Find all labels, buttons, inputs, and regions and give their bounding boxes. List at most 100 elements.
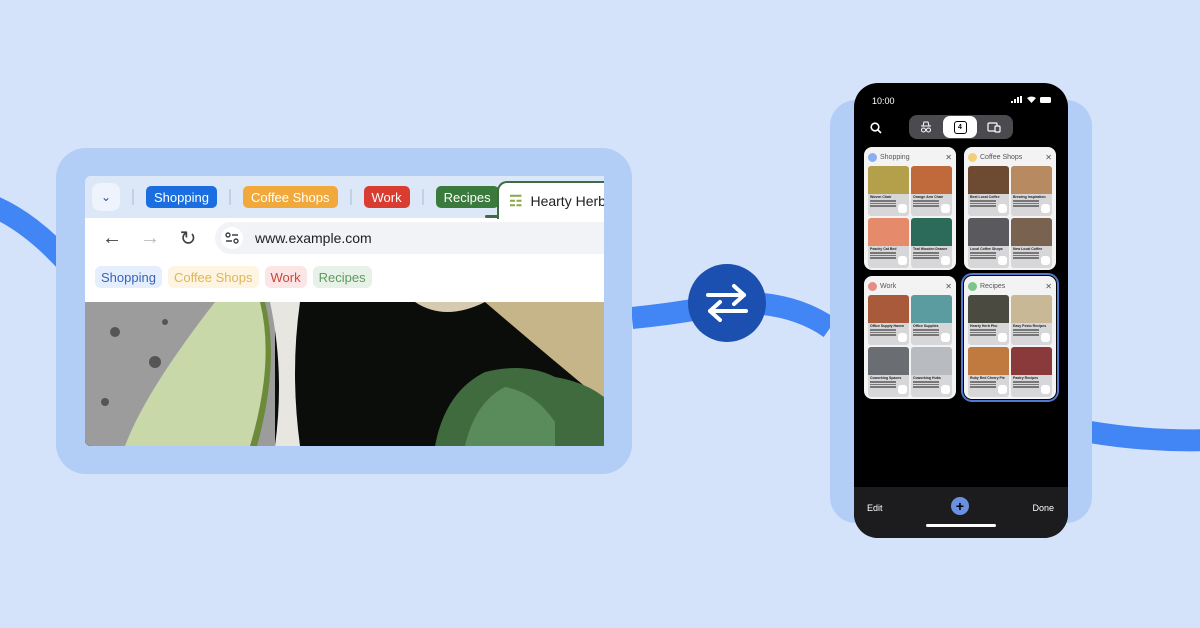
tab-group-work[interactable]: Work: [363, 186, 410, 208]
tab-thumbnail: [868, 218, 909, 246]
group-title: Recipes: [980, 282, 1006, 290]
reload-button[interactable]: ↻: [173, 223, 203, 253]
new-tab-button[interactable]: +: [951, 497, 969, 515]
status-icons: [1011, 96, 1052, 103]
tab-title: Hearty Herb Pho: [970, 324, 998, 328]
status-time: 10:00: [872, 96, 895, 106]
site-settings-icon[interactable]: [221, 227, 243, 249]
open-tabs-tab[interactable]: 4: [943, 116, 977, 138]
done-button[interactable]: Done: [1032, 503, 1054, 513]
group-title: Coffee Shops: [980, 153, 1023, 161]
tab-title: Ruby Red Cherry Pie: [970, 376, 1005, 380]
wifi-icon: [1027, 96, 1036, 103]
tab-tile[interactable]: Best Local Coffee: [968, 166, 1009, 216]
tab-group-card-coffee-shops[interactable]: Coffee Shops ✕ Best Local Coffee Brewing …: [964, 147, 1056, 270]
close-icon[interactable]: ✕: [1045, 282, 1052, 291]
tab-title: Coworking Hubs: [913, 376, 941, 380]
tab-tile[interactable]: New Local Coffee: [1011, 218, 1052, 268]
favicon-icon: [941, 385, 950, 394]
tab-tile[interactable]: Coworking Spaces: [868, 347, 909, 397]
search-icon[interactable]: [870, 121, 882, 139]
tab-group-card-recipes[interactable]: Recipes ✕ Hearty Herb Pho Easy Pesto Reci…: [961, 273, 1059, 402]
tab-group-card-shopping[interactable]: Shopping ✕ Woven Chair Orange Arm Chair P…: [864, 147, 956, 270]
address-bar[interactable]: www.example.com: [215, 222, 604, 254]
close-icon[interactable]: ✕: [1045, 153, 1052, 162]
tab-tile[interactable]: Teal Wooden Drawer: [911, 218, 952, 268]
bookmark-shopping[interactable]: Shopping: [95, 266, 162, 288]
tab-thumbnail: [911, 347, 952, 375]
tab-thumbnail: [968, 218, 1009, 246]
chevron-down-icon: ⌄: [100, 190, 112, 204]
tab-tile[interactable]: Peachy Cat Bed: [868, 218, 909, 268]
tab-title: Office Supplies: [913, 324, 939, 328]
battery-icon: [1040, 96, 1051, 103]
group-color-dot: [868, 281, 877, 291]
tab-title: Local Coffee Shops: [970, 247, 1003, 251]
tab-thumbnail: [868, 347, 909, 375]
favicon-icon: [998, 204, 1007, 213]
phone-tab-switcher: 10:00 4 Shopping ✕ Woven Chair Orange Arm…: [854, 83, 1068, 538]
tab-tile[interactable]: Brewing Inspiration: [1011, 166, 1052, 216]
url-text: www.example.com: [255, 230, 372, 246]
tab-thumbnail: [911, 295, 952, 323]
tab-tile[interactable]: Orange Arm Chair: [911, 166, 952, 216]
tab-title: Best Local Coffee: [970, 195, 1000, 199]
tab-tile[interactable]: Hearty Herb Pho: [968, 295, 1009, 345]
tab-title: New Local Coffee: [1013, 247, 1043, 251]
signal-icon: [1011, 96, 1022, 103]
tab-title: Peachy Cat Bed: [870, 247, 897, 251]
tab-thumbnail: [868, 295, 909, 323]
tab-tile[interactable]: Coworking Hubs: [911, 347, 952, 397]
tab-thumbnail: [968, 295, 1009, 323]
favicon-icon: [998, 385, 1007, 394]
tab-thumbnail: [868, 166, 909, 194]
bookmarks-bar: Shopping Coffee Shops Work Recipes: [85, 258, 604, 296]
incognito-tabs-tab[interactable]: [909, 116, 943, 138]
tab-thumbnail: [968, 347, 1009, 375]
active-tab[interactable]: ☶ Hearty Herb: [497, 181, 604, 219]
other-devices-tab[interactable]: [977, 116, 1011, 138]
tab-group-card-work[interactable]: Work ✕ Office Supply Haven Office Supplie…: [864, 276, 956, 399]
group-color-dot: [868, 152, 877, 162]
tab-tile[interactable]: Ruby Red Cherry Pie: [968, 347, 1009, 397]
tab-tile[interactable]: Office Supply Haven: [868, 295, 909, 345]
tab-group-recipes[interactable]: Recipes: [435, 186, 499, 208]
bookmark-recipes[interactable]: Recipes: [312, 266, 372, 288]
favicon-icon: [998, 256, 1007, 265]
favicon-icon: [1041, 385, 1050, 394]
bookmark-coffee-shops[interactable]: Coffee Shops: [167, 266, 259, 288]
tab-thumbnail: [911, 218, 952, 246]
close-icon[interactable]: ✕: [945, 153, 952, 162]
forward-button[interactable]: →: [135, 223, 165, 253]
bookmark-work[interactable]: Work: [264, 266, 307, 288]
tab-group-coffee-shops[interactable]: Coffee Shops: [242, 186, 338, 208]
tab-title: Pastry Recipes: [1013, 376, 1039, 380]
favicon-icon: [898, 204, 907, 213]
favicon-icon: [998, 333, 1007, 342]
bottom-toolbar: Edit + Done: [854, 487, 1068, 538]
tab-tile[interactable]: Local Coffee Shops: [968, 218, 1009, 268]
group-color-dot: [968, 281, 977, 291]
back-button[interactable]: ←: [97, 223, 127, 253]
tab-thumbnail: [911, 166, 952, 194]
tab-tile[interactable]: Office Supplies: [911, 295, 952, 345]
tab-count-badge: 4: [953, 120, 967, 134]
tab-tile[interactable]: Easy Pesto Recipes: [1011, 295, 1052, 345]
tab-tile[interactable]: Pastry Recipes: [1011, 347, 1052, 397]
browser-window: ⌄ Shopping Coffee Shops Work Recipes ☶ H…: [85, 176, 604, 446]
favicon-icon: [898, 256, 907, 265]
tab-title: Coworking Spaces: [870, 376, 902, 380]
sync-swap-button[interactable]: [688, 264, 766, 342]
tab-title: Woven Chair: [870, 195, 892, 199]
reload-icon: ↻: [179, 227, 197, 250]
group-title: Shopping: [880, 153, 910, 161]
arrow-right-icon: →: [140, 226, 160, 249]
edit-button[interactable]: Edit: [867, 503, 883, 513]
tab-group-shopping[interactable]: Shopping: [146, 186, 217, 208]
tab-search-dropdown[interactable]: ⌄: [92, 183, 120, 211]
close-icon[interactable]: ✕: [945, 282, 952, 291]
active-tab-title: Hearty Herb: [530, 193, 604, 209]
tab-tile[interactable]: Woven Chair: [868, 166, 909, 216]
devices-icon: [987, 121, 1001, 133]
tab-title: Brewing Inspiration: [1013, 195, 1046, 199]
